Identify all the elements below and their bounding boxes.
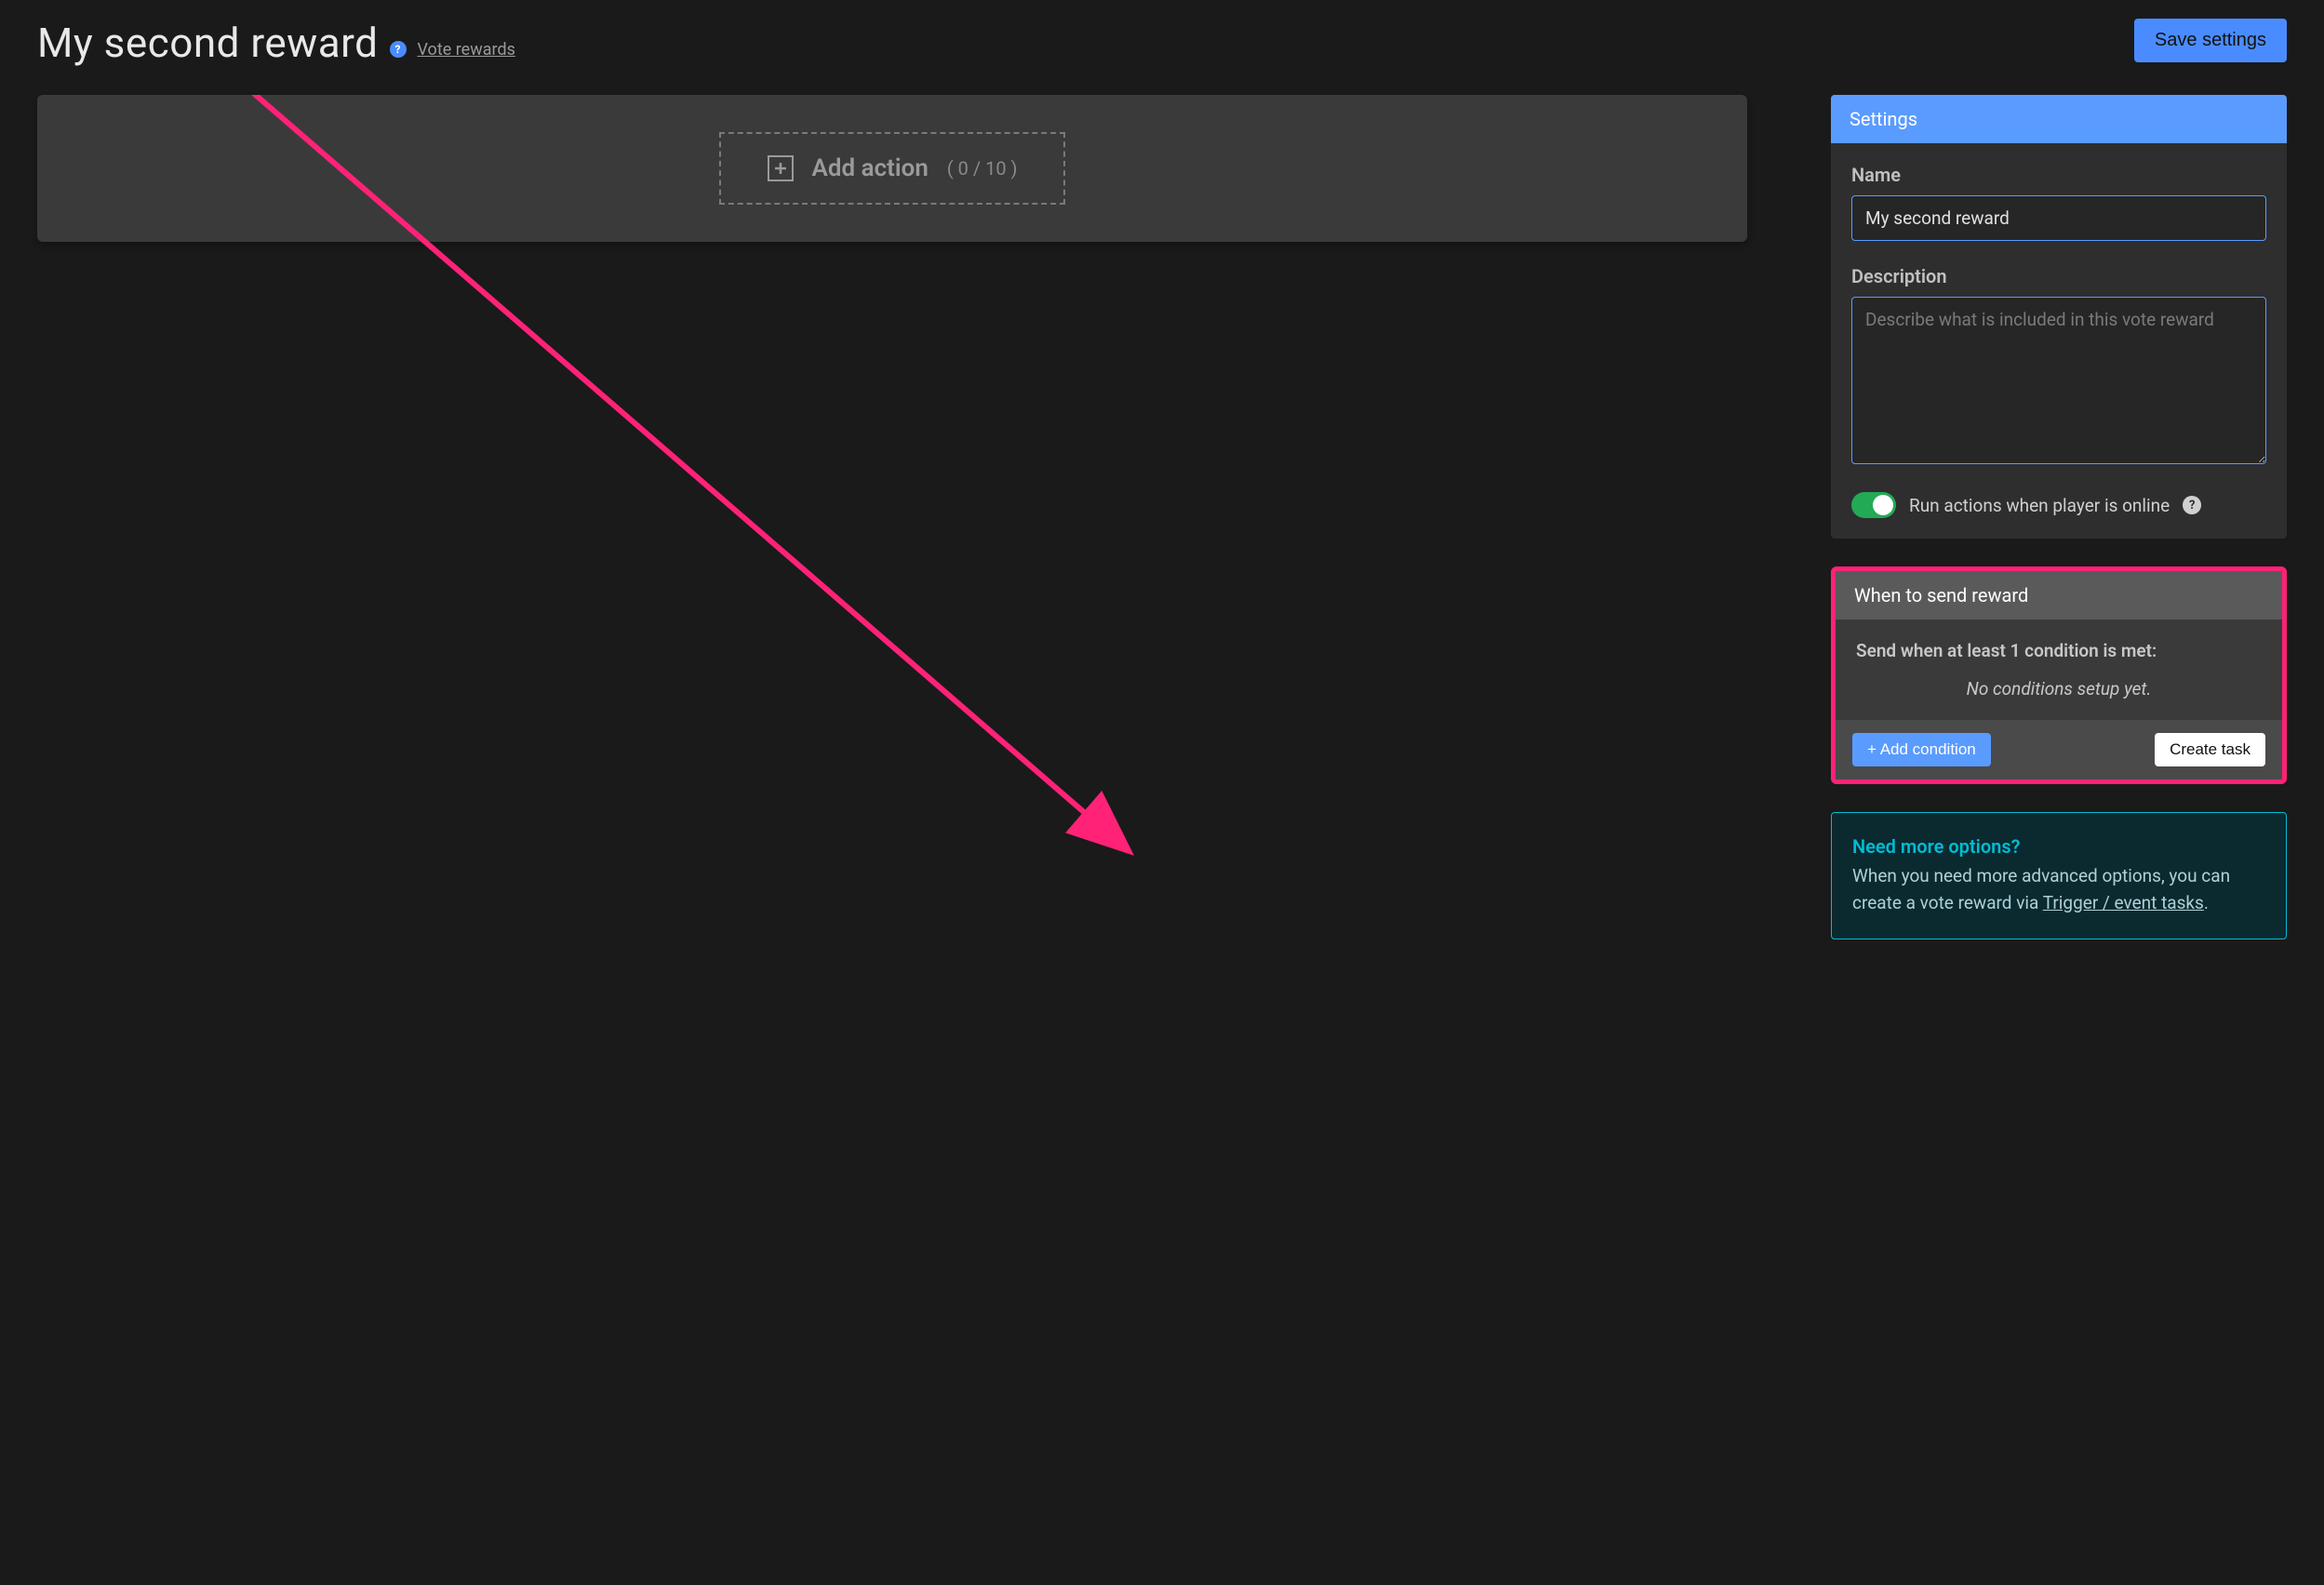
help-icon[interactable]: ? bbox=[2183, 496, 2201, 514]
info-text-after: . bbox=[2204, 892, 2209, 913]
description-textarea[interactable] bbox=[1851, 297, 2266, 464]
description-label: Description bbox=[1851, 265, 2266, 287]
no-conditions-text: No conditions setup yet. bbox=[1856, 678, 2262, 699]
info-panel: Need more options? When you need more ad… bbox=[1831, 812, 2287, 939]
conditions-heading: Send when at least 1 condition is met: bbox=[1856, 640, 2262, 661]
run-online-toggle[interactable] bbox=[1851, 492, 1896, 518]
create-task-button[interactable]: Create task bbox=[2155, 733, 2265, 766]
plus-icon bbox=[768, 155, 794, 181]
actions-panel: Add action ( 0 / 10 ) bbox=[37, 95, 1747, 242]
when-to-send-panel: When to send reward Send when at least 1… bbox=[1831, 566, 2287, 784]
name-label: Name bbox=[1851, 164, 2266, 186]
help-icon[interactable]: ? bbox=[390, 41, 407, 58]
settings-panel-header: Settings bbox=[1831, 95, 2287, 143]
name-input[interactable] bbox=[1851, 195, 2266, 241]
add-action-label: Add action bbox=[812, 154, 928, 182]
trigger-tasks-link[interactable]: Trigger / event tasks bbox=[2043, 892, 2204, 913]
run-online-label: Run actions when player is online bbox=[1909, 495, 2170, 516]
add-condition-button[interactable]: + Add condition bbox=[1852, 733, 1991, 766]
when-to-send-header: When to send reward bbox=[1836, 571, 2282, 619]
info-text: When you need more advanced options, you… bbox=[1852, 863, 2265, 916]
add-action-button[interactable]: Add action ( 0 / 10 ) bbox=[719, 132, 1066, 205]
info-title: Need more options? bbox=[1852, 835, 2265, 858]
page-title: My second reward bbox=[37, 19, 379, 67]
breadcrumb-vote-rewards[interactable]: Vote rewards bbox=[418, 40, 515, 60]
save-settings-button[interactable]: Save settings bbox=[2134, 19, 2287, 62]
action-count: ( 0 / 10 ) bbox=[947, 157, 1018, 180]
settings-panel: Settings Name Description Run actions wh… bbox=[1831, 95, 2287, 539]
